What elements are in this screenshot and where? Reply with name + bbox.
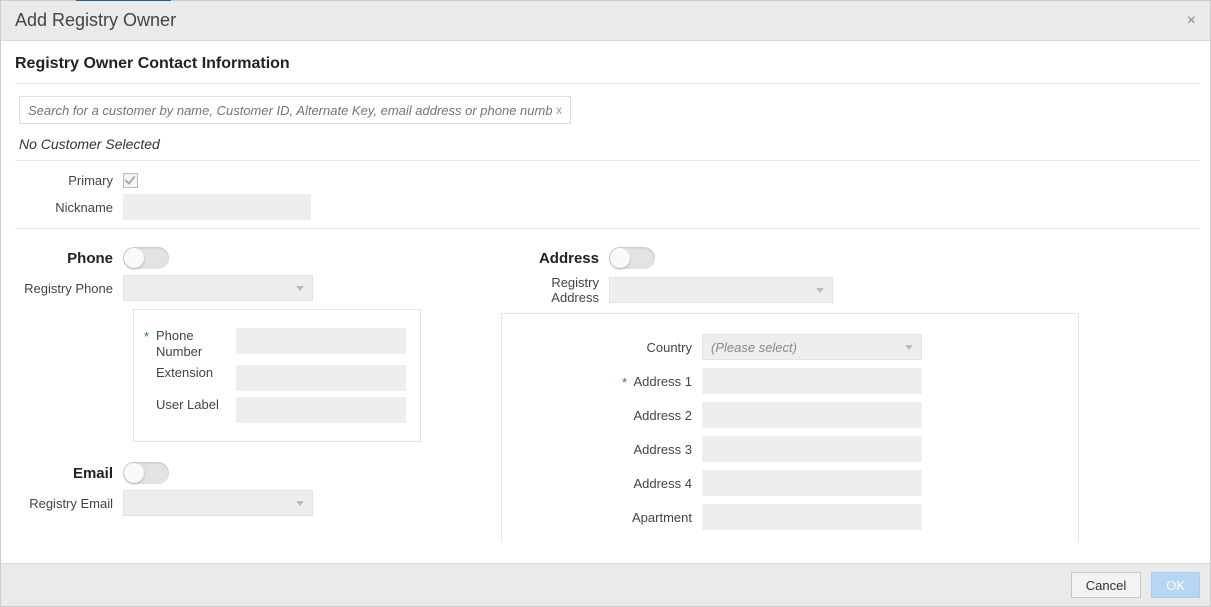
address1-label: * Address 1 xyxy=(512,374,702,389)
apartment-label: Apartment xyxy=(512,510,702,525)
phone-toggle[interactable] xyxy=(123,247,169,269)
customer-search[interactable]: x xyxy=(19,96,571,124)
divider xyxy=(15,228,1200,229)
address4-row: Address 4 xyxy=(512,470,1068,496)
extension-label: Extension xyxy=(144,365,236,381)
apartment-input[interactable] xyxy=(702,504,922,530)
phone-heading-row: Phone xyxy=(15,247,421,269)
cancel-button[interactable]: Cancel xyxy=(1071,572,1141,598)
search-input[interactable] xyxy=(26,102,554,119)
registry-phone-row: Registry Phone xyxy=(15,275,421,301)
address3-input[interactable] xyxy=(702,436,922,462)
dialog-title: Add Registry Owner xyxy=(15,10,176,31)
phone-number-row: * Phone Number xyxy=(144,328,410,359)
address2-row: Address 2 xyxy=(512,402,1068,428)
registry-phone-label: Registry Phone xyxy=(15,281,123,296)
address4-label: Address 4 xyxy=(512,476,702,491)
apartment-row: Apartment xyxy=(512,504,1068,530)
nickname-label: Nickname xyxy=(15,200,123,215)
required-star: * xyxy=(144,329,149,345)
country-select[interactable]: (Please select) xyxy=(702,334,922,360)
nickname-input[interactable] xyxy=(123,194,311,220)
dialog-body-wrap: Registry Owner Contact Information x No … xyxy=(1,41,1210,564)
address3-row: Address 3 xyxy=(512,436,1068,462)
address-detail-box: Country (Please select) * Address 1 xyxy=(501,313,1079,542)
dialog-header: Add Registry Owner × xyxy=(1,1,1210,41)
country-row: Country (Please select) xyxy=(512,334,1068,360)
nickname-row: Nickname xyxy=(15,194,1200,220)
section-title: Registry Owner Contact Information xyxy=(15,55,1200,73)
email-toggle[interactable] xyxy=(123,462,169,484)
divider xyxy=(15,160,1200,161)
primary-label: Primary xyxy=(15,173,123,188)
chevron-down-icon xyxy=(816,288,824,293)
email-heading: Email xyxy=(15,465,123,482)
address1-input[interactable] xyxy=(702,368,922,394)
country-placeholder: (Please select) xyxy=(711,340,797,355)
address-heading-row: Address xyxy=(501,247,1079,269)
address4-input[interactable] xyxy=(702,470,922,496)
ok-button[interactable]: OK xyxy=(1151,572,1200,598)
chevron-down-icon xyxy=(296,286,304,291)
chevron-down-icon xyxy=(905,345,913,350)
divider xyxy=(15,83,1200,84)
registry-address-select[interactable] xyxy=(609,277,833,303)
user-label-input[interactable] xyxy=(236,397,406,423)
phone-detail-box: * Phone Number Extension User Label xyxy=(133,309,421,442)
user-label-row: User Label xyxy=(144,397,410,423)
phone-heading: Phone xyxy=(15,250,123,267)
address-heading: Address xyxy=(501,250,609,267)
address-toggle[interactable] xyxy=(609,247,655,269)
clear-icon[interactable]: x xyxy=(554,103,564,117)
chevron-down-icon xyxy=(296,501,304,506)
registry-email-label: Registry Email xyxy=(15,496,123,511)
right-column: Address Registry Address Country xyxy=(501,241,1079,542)
address2-input[interactable] xyxy=(702,402,922,428)
phone-number-input[interactable] xyxy=(236,328,406,354)
registry-phone-select[interactable] xyxy=(123,275,313,301)
extension-row: Extension xyxy=(144,365,410,391)
dialog: Add Registry Owner × Registry Owner Cont… xyxy=(0,0,1211,607)
required-star: * xyxy=(622,375,627,390)
dialog-body[interactable]: Registry Owner Contact Information x No … xyxy=(1,41,1210,563)
phone-number-label: * Phone Number xyxy=(144,328,236,359)
address3-label: Address 3 xyxy=(512,442,702,457)
registry-address-row: Registry Address xyxy=(501,275,1079,305)
address1-row: * Address 1 xyxy=(512,368,1068,394)
primary-checkbox[interactable] xyxy=(123,173,138,188)
country-label: Country xyxy=(512,340,702,355)
primary-row: Primary xyxy=(15,173,1200,188)
dialog-footer: Cancel OK xyxy=(1,564,1210,606)
user-label-label: User Label xyxy=(144,397,236,413)
registry-address-label: Registry Address xyxy=(501,275,609,305)
email-heading-row: Email xyxy=(15,462,421,484)
extension-input[interactable] xyxy=(236,365,406,391)
no-customer-selected: No Customer Selected xyxy=(19,136,1200,152)
registry-email-row: Registry Email xyxy=(15,490,421,516)
close-icon[interactable]: × xyxy=(1187,12,1196,30)
address2-label: Address 2 xyxy=(512,408,702,423)
registry-email-select[interactable] xyxy=(123,490,313,516)
left-column: Phone Registry Phone * xyxy=(15,241,421,522)
two-column-layout: Phone Registry Phone * xyxy=(15,241,1200,542)
